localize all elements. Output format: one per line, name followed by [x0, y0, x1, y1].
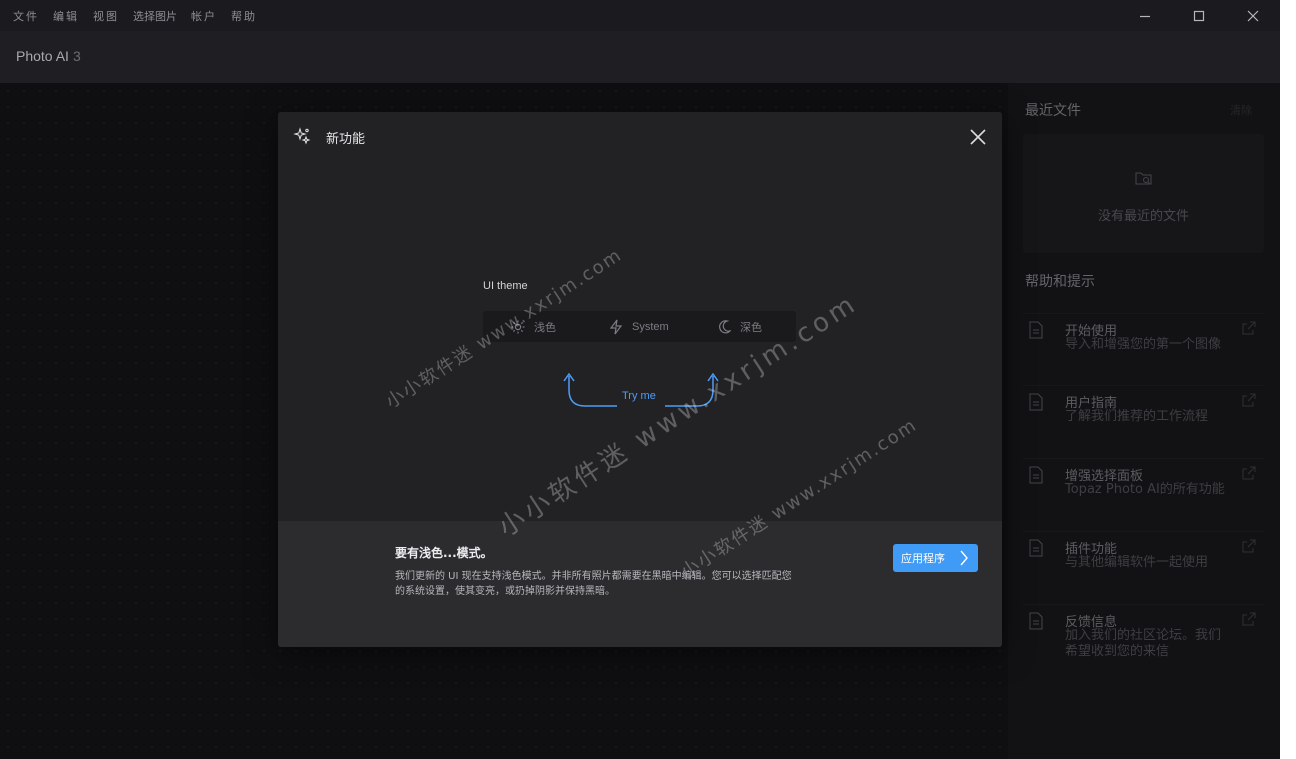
app-header: Photo AI 3	[0, 31, 1280, 83]
lightning-icon	[609, 319, 623, 334]
theme-option-system[interactable]: System	[609, 311, 669, 342]
title-bar: 文件 编辑 视图 选择图片 帐户 帮助	[0, 0, 1280, 31]
close-icon	[970, 129, 986, 145]
close-window-button[interactable]	[1226, 0, 1280, 31]
moon-icon	[719, 319, 731, 333]
app-name: Photo AI	[16, 48, 69, 64]
theme-option-dark[interactable]: 深色	[719, 311, 762, 342]
menu-help[interactable]: 帮助	[231, 8, 257, 24]
screen-edge	[1280, 0, 1296, 759]
app-version: 3	[72, 48, 81, 64]
app-window: 文件 编辑 视图 选择图片 帐户 帮助 Photo AI 3 最近文件 清除 没…	[0, 0, 1280, 759]
maximize-button[interactable]	[1172, 0, 1226, 31]
menu-select-image[interactable]: 选择图片	[133, 8, 177, 24]
sun-icon	[511, 320, 525, 333]
menu-account[interactable]: 帐户	[191, 8, 217, 24]
feature-heading: 要有浅色...模式。	[395, 546, 493, 560]
menu-view[interactable]: 视图	[93, 8, 119, 24]
dialog-close-button[interactable]	[967, 126, 989, 148]
minimize-button[interactable]	[1118, 0, 1172, 31]
feature-description: 我们更新的 UI 现在支持浅色模式。并非所有照片都需要在黑暗中编辑。您可以选择匹…	[395, 571, 792, 597]
feature-preview: UI theme 浅色 System 深色 Try me	[278, 160, 1002, 521]
chevron-right-icon	[960, 550, 968, 566]
theme-option-label: 深色	[740, 321, 762, 334]
theme-option-label: 浅色	[534, 321, 556, 334]
menu-edit[interactable]: 编辑	[53, 8, 79, 24]
minimize-icon	[1140, 15, 1150, 17]
try-me-arrows	[563, 372, 719, 407]
apply-button-label: 应用程序	[901, 552, 945, 565]
apply-button[interactable]: 应用程序	[893, 544, 978, 572]
dialog-footer: 要有浅色...模式。 我们更新的 UI 现在支持浅色模式。并非所有照片都需要在黑…	[278, 521, 1002, 647]
close-icon	[1247, 10, 1259, 21]
menu-file[interactable]: 文件	[13, 8, 39, 24]
ui-theme-label: UI theme	[483, 280, 528, 292]
try-me-label: Try me	[622, 390, 656, 402]
theme-switch: 浅色 System 深色	[483, 311, 796, 342]
menu-bar: 文件 编辑 视图 选择图片 帐户 帮助	[0, 0, 258, 31]
sparkle-icon	[293, 127, 311, 145]
dialog-title: 新功能	[326, 132, 366, 147]
whats-new-dialog: 新功能 UI theme 浅色 System 深色 Try me 要有浅色...…	[278, 112, 1002, 647]
maximize-icon	[1193, 10, 1205, 21]
dialog-header: 新功能	[278, 112, 1002, 160]
app-title: Photo AI 3	[16, 48, 81, 64]
theme-option-label: System	[632, 320, 669, 333]
theme-option-light[interactable]: 浅色	[511, 311, 556, 342]
